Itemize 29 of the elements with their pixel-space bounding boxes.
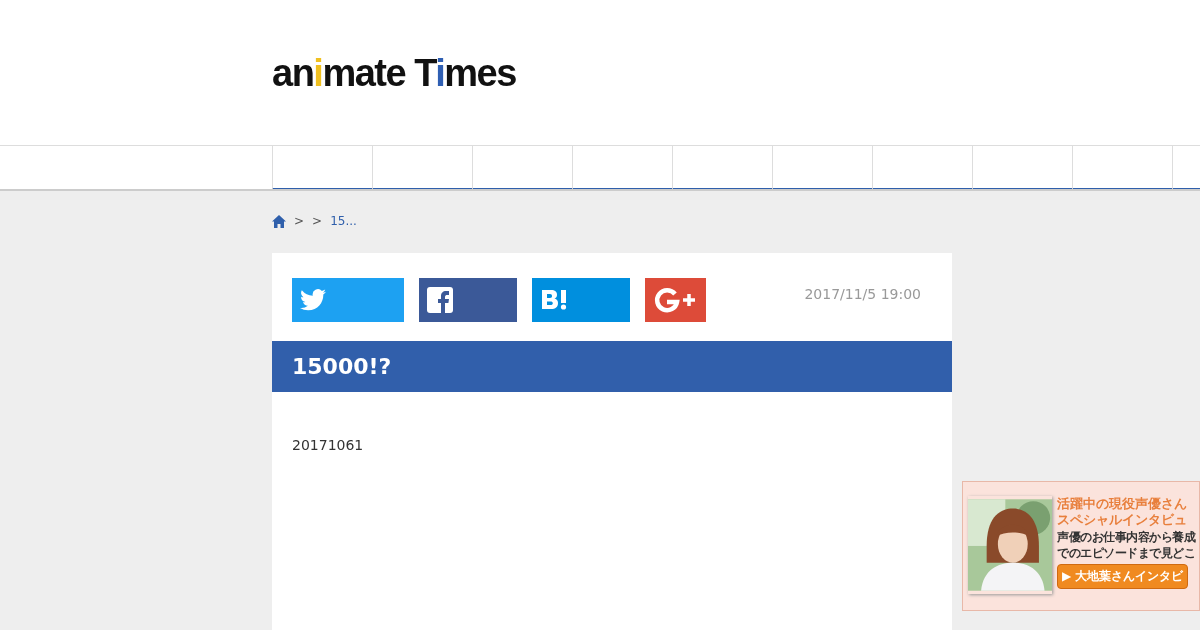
nav-tab[interactable] xyxy=(972,146,1072,189)
nav-tab[interactable] xyxy=(372,146,472,189)
share-button[interactable] xyxy=(532,278,630,322)
share-button[interactable] xyxy=(419,278,517,322)
bird-icon xyxy=(300,289,326,311)
banner-text: 声優のお仕事内容から養成 xyxy=(1057,530,1195,544)
banner-text: でのエピソードまで見どこ xyxy=(1057,546,1195,560)
nav-tab[interactable] xyxy=(272,146,372,189)
nav-tab[interactable] xyxy=(772,146,872,189)
nav-tab[interactable] xyxy=(872,146,972,189)
share-button[interactable] xyxy=(292,278,404,322)
article-body: 20171061 xyxy=(291,436,365,455)
nav-tab[interactable] xyxy=(672,146,772,189)
breadcrumb-link[interactable]: 15... xyxy=(330,214,357,228)
article-title: 15000!? xyxy=(272,341,952,392)
ad-banner[interactable]: 活躍中の現役声優さん スペシャルインタビュ 声優のお仕事内容から養成 でのエピソードまで見どこ ▶ 大地葉さんインタビ xyxy=(962,481,1200,611)
breadcrumb-separator: > xyxy=(312,214,323,228)
site-logo[interactable]: animate Times xyxy=(272,52,516,95)
post-date: 2017/11/5 19:00 xyxy=(804,286,921,302)
google-plus-icon xyxy=(653,286,697,314)
banner-headline: 活躍中の現役声優さん xyxy=(1057,496,1188,512)
facebook-icon xyxy=(427,287,453,313)
nav-tab[interactable] xyxy=(1072,146,1172,189)
banner-headline: スペシャルインタビュ xyxy=(1057,512,1188,528)
nav-tab[interactable] xyxy=(472,146,572,189)
breadcrumb-separator: > xyxy=(294,214,305,228)
home-icon[interactable] xyxy=(272,214,286,228)
share-button[interactable] xyxy=(645,278,706,322)
nav-tab[interactable] xyxy=(572,146,672,189)
